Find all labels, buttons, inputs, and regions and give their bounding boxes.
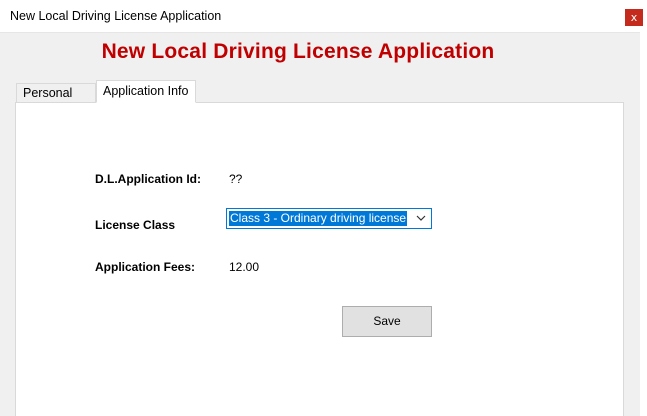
- title-bar: New Local Driving License Application x: [0, 0, 647, 33]
- close-button[interactable]: x: [625, 9, 643, 26]
- license-class-label: License Class: [95, 218, 176, 232]
- application-info-panel: [15, 102, 624, 416]
- application-fees-label: Application Fees:: [95, 260, 196, 274]
- license-class-select[interactable]: Class 3 - Ordinary driving license: [226, 208, 432, 229]
- window-edge: [640, 32, 647, 416]
- application-id-value: ??: [229, 172, 243, 186]
- tab-personal-info[interactable]: Personal Info: [16, 83, 96, 119]
- license-class-selected-value: Class 3 - Ordinary driving license: [229, 211, 408, 226]
- save-button[interactable]: Save: [342, 306, 432, 337]
- window-title: New Local Driving License Application: [10, 9, 222, 23]
- tab-application-info[interactable]: Application Info: [96, 80, 196, 103]
- close-icon: x: [630, 11, 638, 24]
- application-id-label: D.L.Application Id:: [95, 172, 201, 186]
- chevron-down-icon[interactable]: [415, 211, 427, 226]
- application-window: New Local Driving License Application x …: [0, 0, 647, 416]
- page-title: New Local Driving License Application: [101, 40, 495, 63]
- application-fees-value: 12.00: [229, 260, 260, 274]
